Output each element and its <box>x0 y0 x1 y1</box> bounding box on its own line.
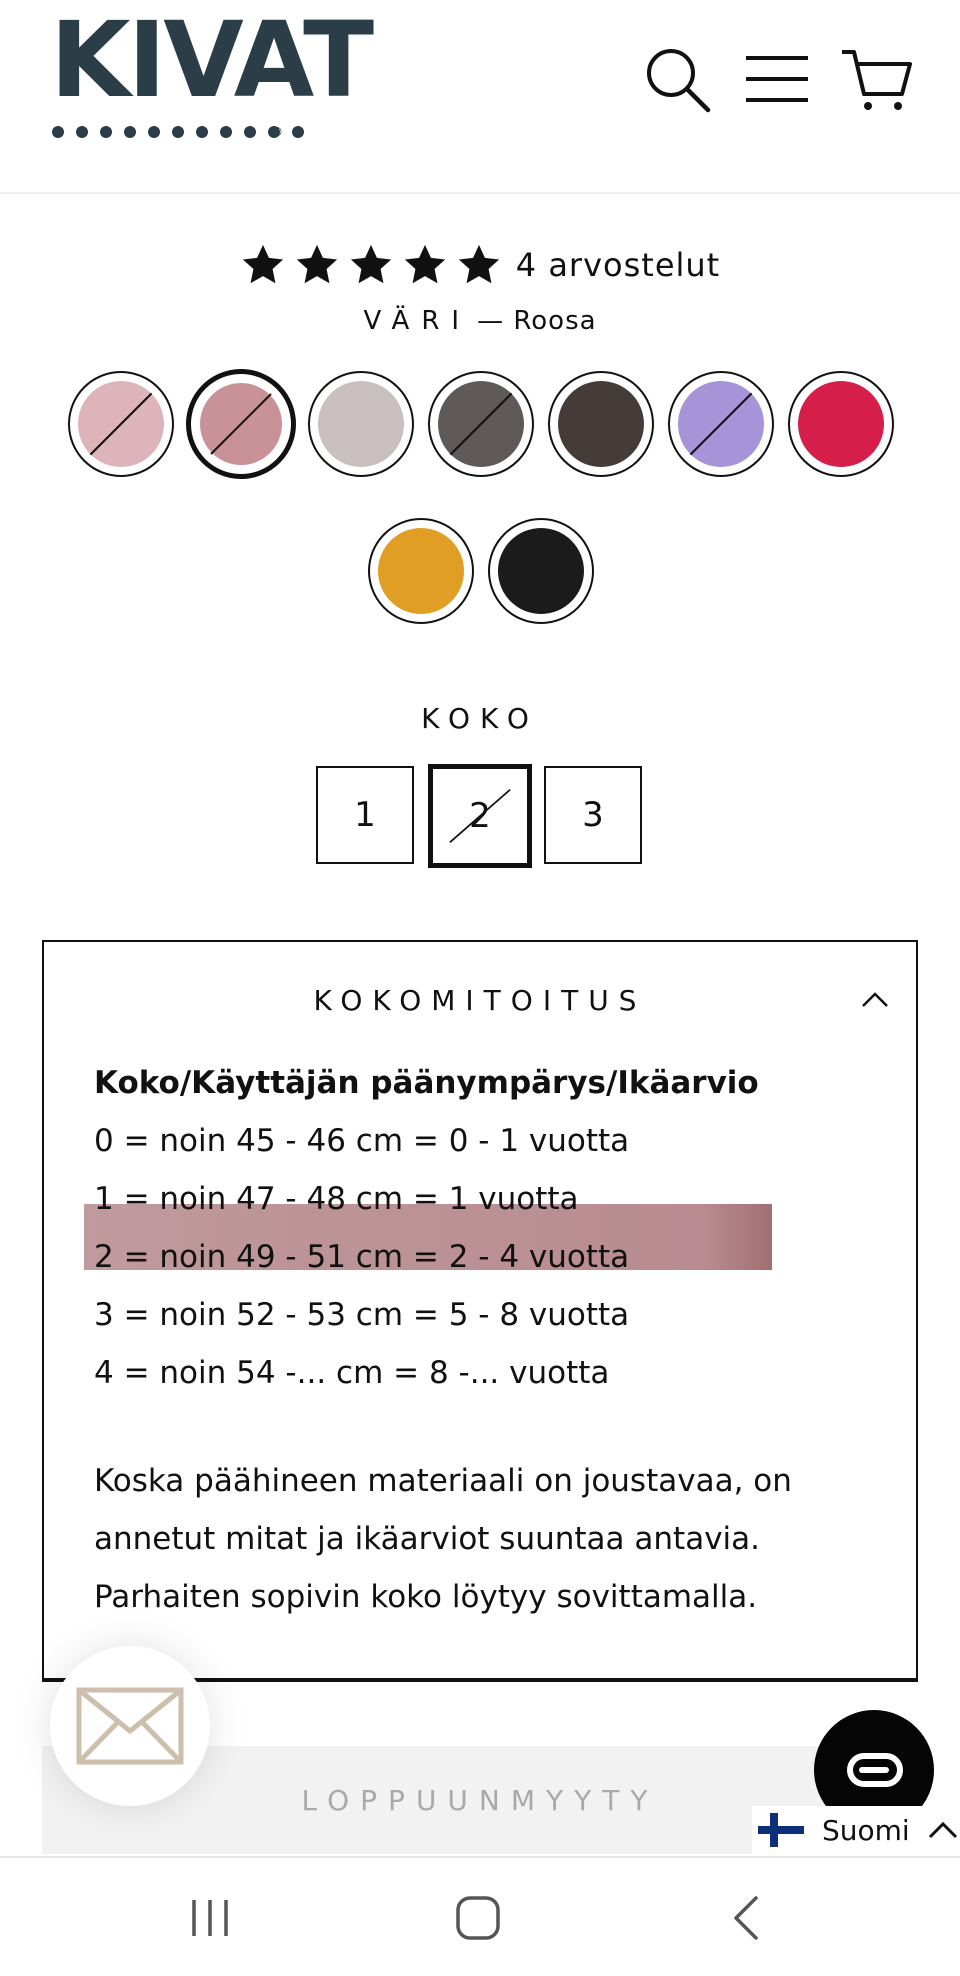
back-icon[interactable] <box>716 1886 780 1950</box>
size-guide-content: Koko/Käyttäjän päänympärys/Ikäarvio 0 = … <box>42 940 918 1682</box>
search-icon[interactable] <box>640 42 714 116</box>
color-selected-value: — Roosa <box>477 306 597 336</box>
size-option-1[interactable]: 1 <box>316 766 414 864</box>
color-swatch[interactable] <box>488 518 594 624</box>
color-label-text: VÄRI <box>363 306 472 336</box>
size-guide-row: 3 = noin 52 - 53 cm = 5 - 8 vuotta <box>94 1297 630 1333</box>
color-swatch[interactable] <box>428 371 534 477</box>
language-name: Suomi <box>822 1813 910 1847</box>
star-icon <box>458 244 499 284</box>
finland-flag-icon <box>758 1813 804 1847</box>
menu-icon[interactable] <box>740 42 814 116</box>
size-label: KOKO <box>421 702 539 735</box>
color-swatch[interactable] <box>308 371 414 477</box>
star-icon <box>350 244 391 284</box>
mail-icon <box>76 1687 184 1765</box>
size-option-label: 3 <box>582 795 604 835</box>
size-guide-row: 1 = noin 47 - 48 cm = 1 vuotta <box>94 1181 579 1217</box>
color-swatch[interactable] <box>368 518 474 624</box>
color-swatch[interactable] <box>788 371 894 477</box>
reviews-count[interactable]: 4 arvostelut <box>516 246 720 284</box>
product-rating[interactable]: 4 arvostelut <box>0 242 960 288</box>
size-guide-note: Koska päähineen materiaali on joustavaa,… <box>94 1463 792 1615</box>
size-guide-heading: Koko/Käyttäjän päänympärys/Ikäarvio <box>94 1065 759 1101</box>
kivat-logo[interactable]: KIVAT ® <box>50 8 374 146</box>
color-label: VÄRI — Roosa <box>0 306 960 336</box>
size-guide-row: 4 = noin 54 -... cm = 8 -... vuotta <box>94 1355 610 1391</box>
cart-icon[interactable] <box>840 42 914 116</box>
size-option-label: 1 <box>354 795 376 835</box>
sold-out-slash <box>689 392 753 456</box>
sold-out-slash <box>210 393 272 455</box>
size-guide-row: 2 = noin 49 - 51 cm = 2 - 4 vuotta <box>94 1239 630 1275</box>
home-icon[interactable] <box>446 1886 510 1950</box>
chat-icon <box>847 1753 903 1787</box>
logo-dots <box>52 126 304 138</box>
chevron-up-icon <box>928 1821 957 1839</box>
language-selector[interactable]: Suomi <box>752 1806 960 1854</box>
color-swatch[interactable] <box>668 371 774 477</box>
size-guide-rows: 0 = noin 45 - 46 cm = 0 - 1 vuotta 1 = no… <box>94 1112 884 1402</box>
system-navigation-bar <box>0 1856 960 1976</box>
color-swatch[interactable] <box>68 371 174 477</box>
star-icon <box>296 244 337 284</box>
site-header: KIVAT ® <box>0 0 960 194</box>
star-icon <box>242 244 283 284</box>
color-swatch[interactable] <box>186 369 296 479</box>
logo-text: KIVAT <box>50 0 374 121</box>
size-option-2[interactable]: 2 <box>428 764 532 868</box>
logo-registered-mark: ® <box>272 124 282 139</box>
sold-out-slash <box>449 392 513 456</box>
recent-apps-icon[interactable] <box>178 1886 242 1950</box>
sold-out-slash <box>89 392 153 456</box>
color-swatch[interactable] <box>548 371 654 477</box>
rating-stars <box>240 242 502 288</box>
star-icon <box>404 244 445 284</box>
newsletter-button[interactable] <box>50 1646 210 1806</box>
size-option-3[interactable]: 3 <box>544 766 642 864</box>
size-guide-table: Koko/Käyttäjän päänympärys/Ikäarvio 0 = … <box>94 1054 884 1402</box>
sold-out-slash <box>449 789 511 843</box>
size-guide-row: 0 = noin 45 - 46 cm = 0 - 1 vuotta <box>94 1123 630 1159</box>
